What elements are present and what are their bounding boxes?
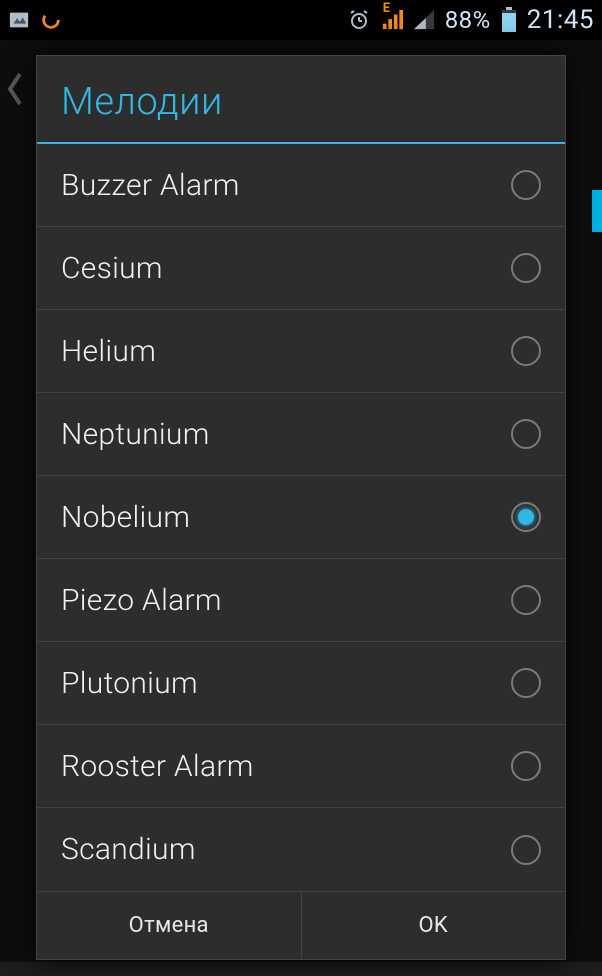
status-clock: 21:45	[527, 5, 594, 35]
bottom-bar	[0, 962, 602, 976]
network-type-label: E	[383, 1, 390, 16]
cancel-button[interactable]: Отмена	[37, 892, 301, 959]
radio-button[interactable]	[511, 502, 541, 532]
accent-sliver	[592, 190, 602, 232]
ringtone-option[interactable]: Scandium	[37, 808, 565, 891]
ok-button[interactable]: OK	[301, 892, 566, 959]
ringtone-option[interactable]: Nobelium	[37, 476, 565, 559]
radio-button[interactable]	[511, 170, 541, 200]
ringtone-options-list: Buzzer Alarm Cesium Helium Neptunium Nobeliu…	[37, 144, 565, 891]
radio-button[interactable]	[511, 419, 541, 449]
radio-button[interactable]	[511, 751, 541, 781]
ringtone-option[interactable]: Plutonium	[37, 642, 565, 725]
ringtone-option-label: Helium	[61, 334, 156, 369]
dialog-title: Мелодии	[37, 56, 565, 142]
ringtone-option-label: Scandium	[61, 832, 196, 867]
radio-dot-icon	[518, 509, 534, 525]
ringtone-option[interactable]: Buzzer Alarm	[37, 144, 565, 227]
ringtone-dialog: Мелодии Buzzer Alarm Cesium Helium Neptuniu…	[36, 55, 566, 960]
ringtone-option[interactable]: Neptunium	[37, 393, 565, 476]
ringtone-option[interactable]: Cesium	[37, 227, 565, 310]
ringtone-option-label: Nobelium	[61, 500, 190, 535]
ringtone-option-label: Rooster Alarm	[61, 749, 254, 784]
radio-button[interactable]	[511, 253, 541, 283]
ringtone-option[interactable]: Rooster Alarm	[37, 725, 565, 808]
battery-icon	[501, 7, 517, 33]
ringtone-option[interactable]: Helium	[37, 310, 565, 393]
back-icon	[6, 70, 24, 118]
radio-button[interactable]	[511, 336, 541, 366]
spinner-icon	[40, 9, 62, 31]
ringtone-option[interactable]: Piezo Alarm	[37, 559, 565, 642]
radio-button[interactable]	[511, 668, 541, 698]
ringtone-option-label: Plutonium	[61, 666, 198, 701]
radio-button[interactable]	[511, 585, 541, 615]
ringtone-option-label: Buzzer Alarm	[61, 168, 240, 203]
ringtone-option-label: Piezo Alarm	[61, 583, 222, 618]
dialog-button-bar: Отмена OK	[37, 891, 565, 959]
gallery-icon	[8, 9, 30, 31]
ringtone-option-label: Neptunium	[61, 417, 210, 452]
radio-button[interactable]	[511, 835, 541, 865]
status-bar: E 88% 21:45	[0, 0, 602, 40]
alarm-icon	[347, 8, 371, 32]
signal-1-icon: E	[381, 9, 403, 31]
ringtone-option-label: Cesium	[61, 251, 163, 286]
battery-percent: 88%	[445, 6, 491, 34]
signal-2-icon	[413, 9, 435, 31]
